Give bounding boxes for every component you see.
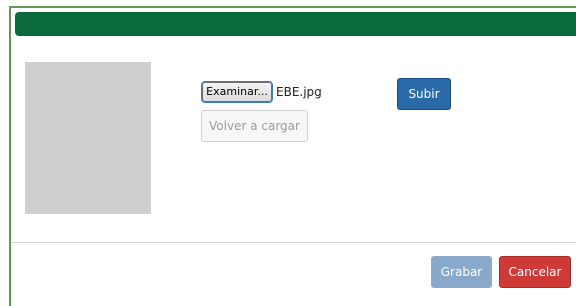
selected-file-name: EBE.jpg bbox=[276, 85, 322, 99]
browse-button[interactable]: Examinar... bbox=[201, 81, 273, 103]
reload-button[interactable]: Volver a cargar bbox=[201, 110, 308, 142]
cancel-button[interactable]: Cancelar bbox=[499, 256, 571, 288]
footer-divider bbox=[11, 242, 576, 243]
upload-dialog: Examinar... EBE.jpg Subir Volver a carga… bbox=[9, 6, 576, 306]
save-button[interactable]: Grabar bbox=[431, 256, 492, 288]
upload-button[interactable]: Subir bbox=[397, 78, 451, 110]
dialog-header bbox=[15, 12, 576, 36]
image-preview bbox=[25, 62, 151, 214]
